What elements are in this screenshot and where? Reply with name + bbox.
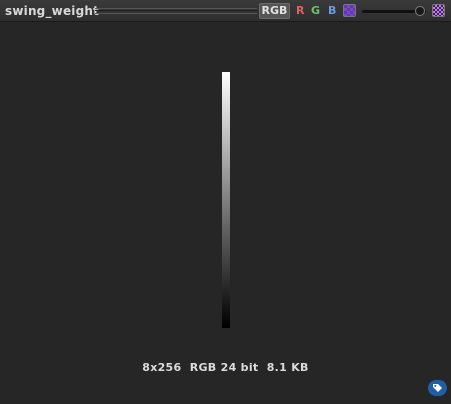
image-info-text: 8x256 RGB 24 bit 8.1 KB	[142, 361, 309, 374]
green-channel-button[interactable]: G	[311, 4, 320, 18]
tag-icon	[433, 384, 442, 392]
rgb-channel-button[interactable]: RGB	[259, 3, 290, 19]
blue-channel-button[interactable]: B	[328, 4, 336, 18]
checkerboard-icon[interactable]	[432, 4, 445, 17]
gradient-image	[222, 72, 230, 328]
image-viewer-window: swing_weight RGB R G B 8x256 RGB 24 bit …	[0, 0, 451, 404]
drag-handle[interactable]	[95, 8, 257, 14]
zoom-slider-thumb[interactable]	[414, 6, 425, 16]
tag-button[interactable]	[428, 380, 447, 396]
window-title: swing_weight	[5, 4, 100, 18]
display-mode-icon[interactable]	[343, 4, 356, 17]
red-channel-button[interactable]: R	[296, 4, 304, 18]
title-bar: swing_weight RGB R G B	[0, 0, 451, 22]
